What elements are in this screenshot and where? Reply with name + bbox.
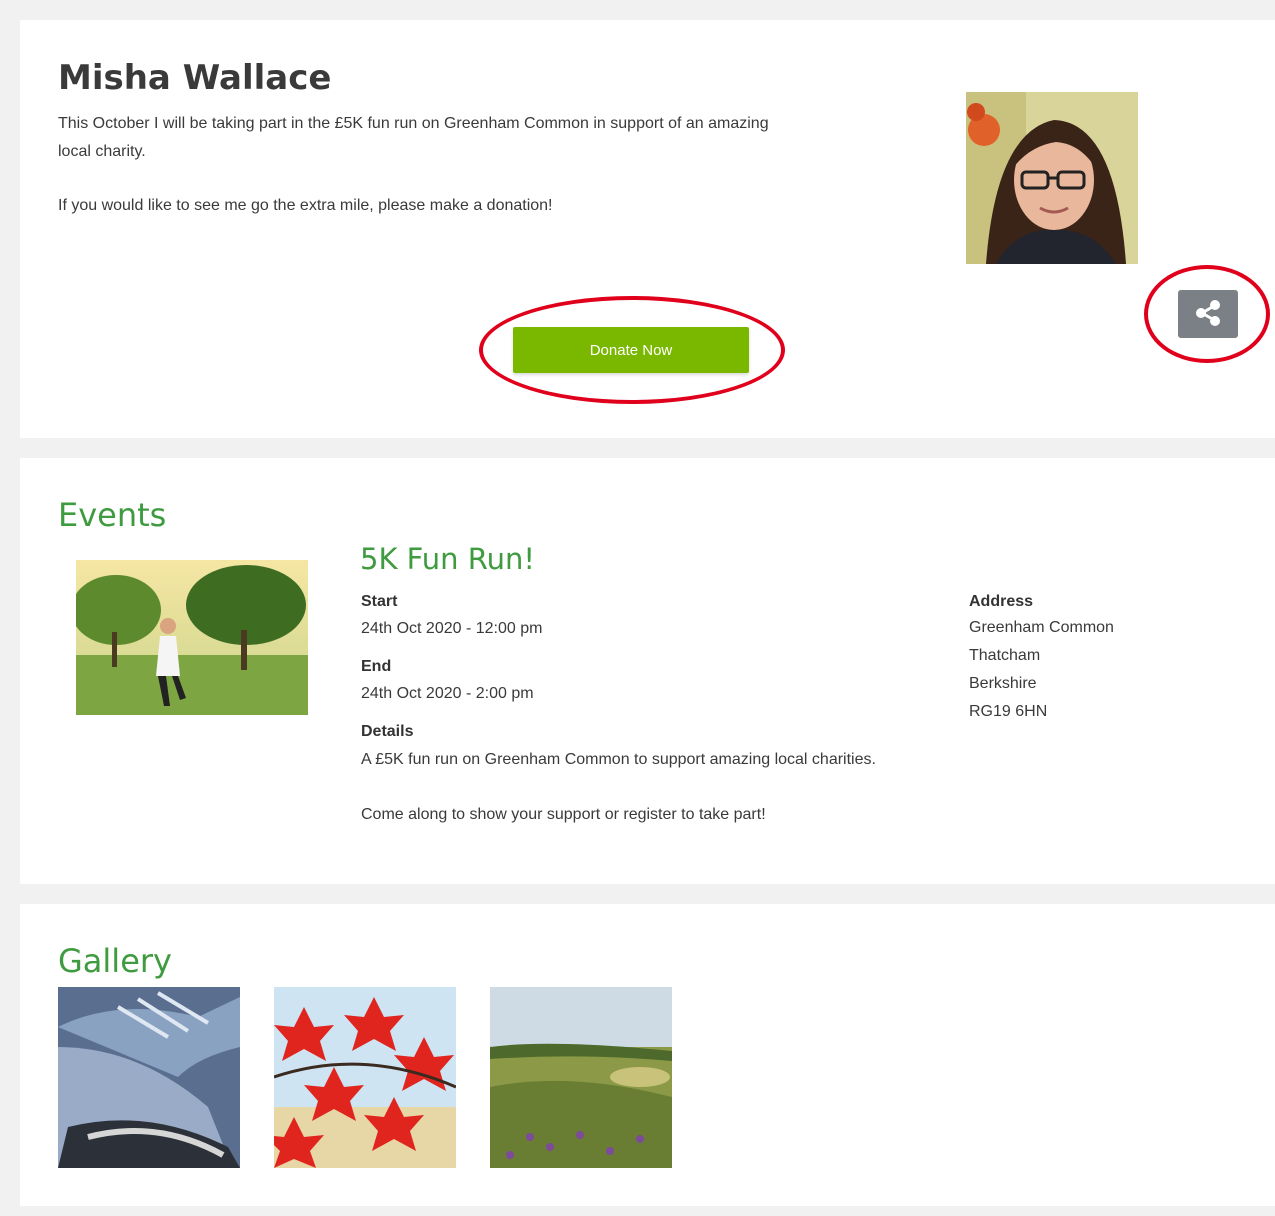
events-heading: Events	[58, 496, 167, 534]
gallery-image-running-shoe[interactable]	[58, 987, 240, 1168]
start-value: 24th Oct 2020 - 12:00 pm	[361, 620, 543, 637]
fundraiser-name: Misha Wallace	[58, 58, 332, 98]
address-line: Thatcham	[969, 647, 1041, 664]
bio-paragraph: If you would like to see me go the extra…	[58, 197, 553, 214]
details-value: A £5K fun run on Greenham Common to supp…	[361, 751, 876, 768]
bio-paragraph: This October I will be taking part in th…	[58, 115, 769, 160]
end-value: 24th Oct 2020 - 2:00 pm	[361, 685, 534, 702]
share-button[interactable]	[1178, 290, 1238, 338]
details-label: Details	[361, 723, 414, 740]
address-label: Address	[969, 593, 1034, 610]
fundraiser-bio: This October I will be taking part in th…	[58, 110, 788, 246]
avatar	[966, 92, 1138, 264]
share-icon	[1193, 298, 1223, 331]
address-line: Berkshire	[969, 675, 1037, 692]
address-block: Greenham Common Thatcham Berkshire RG19 …	[969, 614, 1114, 726]
gallery-image-red-leaves[interactable]	[274, 987, 456, 1168]
start-label: Start	[361, 593, 398, 610]
events-card: Events 5K Fun Run! Start 24th Oct 2020 -…	[20, 458, 1275, 884]
details-value: Come along to show your support or regis…	[361, 806, 766, 823]
event-title[interactable]: 5K Fun Run!	[360, 542, 535, 576]
end-label: End	[361, 658, 392, 675]
donate-now-button[interactable]: Donate Now	[513, 327, 749, 373]
gallery-card: Gallery	[20, 904, 1275, 1206]
event-photo	[76, 560, 308, 715]
gallery-heading: Gallery	[58, 942, 172, 980]
address-line: Greenham Common	[969, 619, 1114, 636]
profile-card: Misha Wallace This October I will be tak…	[20, 20, 1275, 438]
gallery-image-heathland[interactable]	[490, 987, 672, 1168]
address-line: RG19 6HN	[969, 703, 1048, 720]
